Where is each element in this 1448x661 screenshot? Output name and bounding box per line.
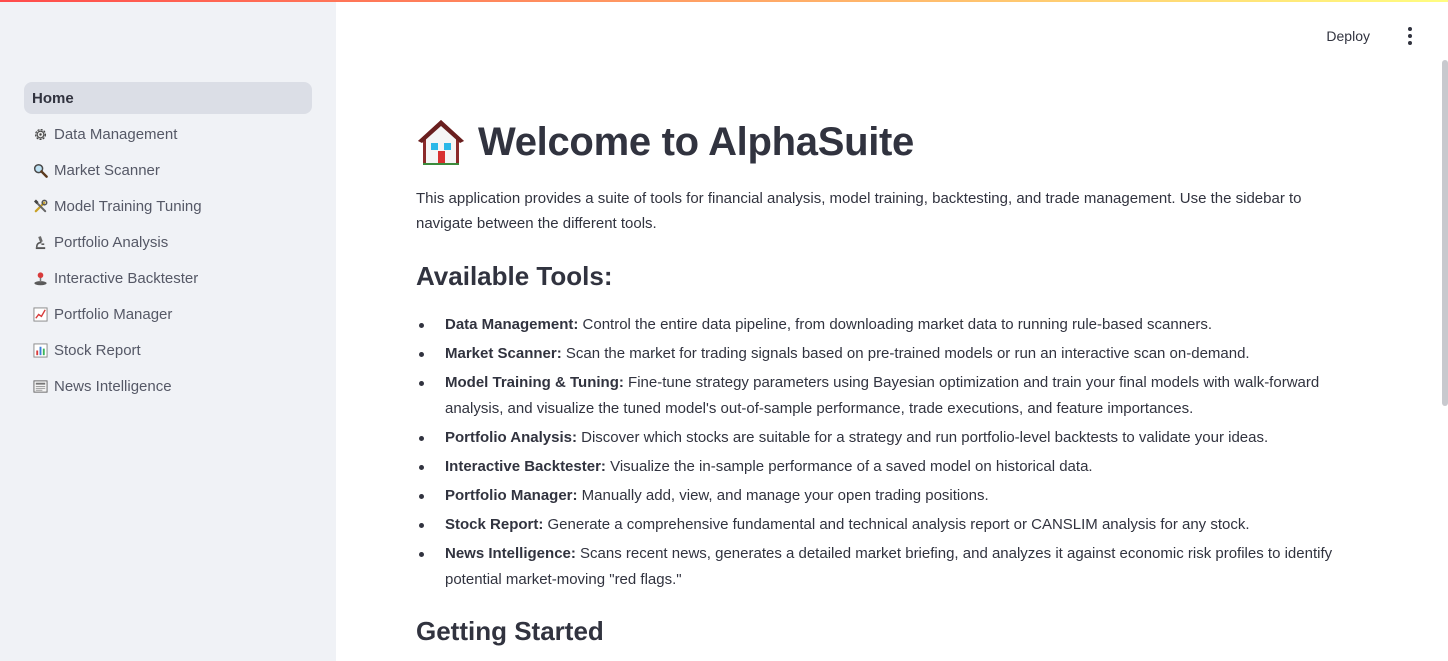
sidebar-item-home[interactable]: Home bbox=[24, 82, 312, 114]
sidebar-item-portfolio-analysis[interactable]: Portfolio Analysis bbox=[24, 226, 312, 258]
getting-started-heading: Getting Started bbox=[416, 616, 604, 646]
microscope-icon bbox=[32, 234, 48, 250]
newspaper-icon bbox=[32, 378, 48, 394]
magnifier-icon bbox=[32, 162, 48, 178]
joystick-icon bbox=[32, 270, 48, 286]
sidebar-item-news-intelligence[interactable]: News Intelligence bbox=[24, 370, 312, 402]
list-item: Portfolio Analysis: Discover which stock… bbox=[416, 425, 1336, 451]
page-title: Welcome to AlphaSuite bbox=[478, 119, 914, 164]
sidebar-item-label: Portfolio Manager bbox=[54, 305, 173, 323]
sidebar-item-model-training-tuning[interactable]: Model Training Tuning bbox=[24, 190, 312, 222]
tool-description: Discover which stocks are suitable for a… bbox=[576, 429, 1269, 446]
menu-dot bbox=[1408, 27, 1412, 31]
sidebar-item-portfolio-manager[interactable]: Portfolio Manager bbox=[24, 298, 312, 330]
sidebar-item-label: Interactive Backtester bbox=[54, 269, 199, 287]
tool-description: Scan the market for trading signals base… bbox=[561, 345, 1250, 362]
sidebar-item-label: Home bbox=[32, 89, 74, 107]
tool-name: Interactive Backtester: bbox=[445, 458, 606, 475]
sidebar-item-stock-report[interactable]: Stock Report bbox=[24, 334, 312, 366]
sidebar-item-label: Market Scanner bbox=[54, 161, 160, 179]
list-item: Stock Report: Generate a comprehensive f… bbox=[416, 512, 1336, 538]
sidebar-item-label: News Intelligence bbox=[54, 377, 172, 395]
sidebar-item-label: Model Training Tuning bbox=[54, 197, 202, 215]
menu-dot bbox=[1408, 34, 1412, 38]
sidebar-item-data-management[interactable]: Data Management bbox=[24, 118, 312, 150]
tool-name: News Intelligence: bbox=[445, 545, 576, 562]
app-root: Home Data Management Market Scanner Mode… bbox=[0, 0, 1448, 661]
tool-name: Data Management: bbox=[445, 316, 579, 333]
tool-name: Model Training & Tuning: bbox=[445, 374, 624, 391]
tools-icon bbox=[32, 198, 48, 214]
sidebar-item-label: Portfolio Analysis bbox=[54, 233, 169, 251]
tool-description: Visualize the in-sample performance of a… bbox=[605, 458, 1093, 475]
app-header: Deploy bbox=[336, 0, 1448, 60]
top-decoration-bar bbox=[0, 0, 1448, 2]
tool-description: Manually add, view, and manage your open… bbox=[577, 487, 989, 504]
list-item: News Intelligence: Scans recent news, ge… bbox=[416, 541, 1336, 593]
list-item: Portfolio Manager: Manually add, view, a… bbox=[416, 483, 1336, 509]
intro-paragraph: This application provides a suite of too… bbox=[416, 190, 1302, 232]
sidebar-item-label: Stock Report bbox=[54, 341, 141, 359]
scrollbar-thumb[interactable] bbox=[1442, 60, 1448, 406]
tools-list: Data Management: Control the entire data… bbox=[416, 312, 1336, 596]
menu-dot bbox=[1408, 41, 1412, 45]
list-item: Market Scanner: Scan the market for trad… bbox=[416, 341, 1336, 367]
tool-description: Scans recent news, generates a detailed … bbox=[445, 545, 1333, 588]
available-tools-heading: Available Tools: bbox=[416, 261, 613, 291]
sidebar-nav: Home Data Management Market Scanner Mode… bbox=[24, 82, 312, 406]
tool-description: Generate a comprehensive fundamental and… bbox=[543, 516, 1250, 533]
list-item: Interactive Backtester: Visualize the in… bbox=[416, 454, 1336, 480]
deploy-button[interactable]: Deploy bbox=[1326, 26, 1370, 46]
sidebar: Home Data Management Market Scanner Mode… bbox=[0, 0, 336, 661]
page-title-row: Welcome to AlphaSuite bbox=[416, 116, 914, 168]
tool-name: Market Scanner: bbox=[445, 345, 562, 362]
gear-icon bbox=[32, 126, 48, 142]
list-item: Data Management: Control the entire data… bbox=[416, 312, 1336, 338]
sidebar-item-market-scanner[interactable]: Market Scanner bbox=[24, 154, 312, 186]
sidebar-item-label: Data Management bbox=[54, 125, 178, 143]
tool-name: Portfolio Analysis: bbox=[445, 429, 577, 446]
tool-description: Control the entire data pipeline, from d… bbox=[578, 316, 1213, 333]
sidebar-item-interactive-backtester[interactable]: Interactive Backtester bbox=[24, 262, 312, 294]
tool-name: Stock Report: bbox=[445, 516, 544, 533]
tool-name: Portfolio Manager: bbox=[445, 487, 578, 504]
trend-chart-icon bbox=[32, 306, 48, 322]
house-icon bbox=[418, 120, 464, 165]
kebab-menu-icon[interactable] bbox=[1402, 26, 1418, 46]
list-item: Model Training & Tuning: Fine-tune strat… bbox=[416, 370, 1336, 422]
bar-chart-icon bbox=[32, 342, 48, 358]
main-scrollbar[interactable] bbox=[1442, 60, 1448, 406]
